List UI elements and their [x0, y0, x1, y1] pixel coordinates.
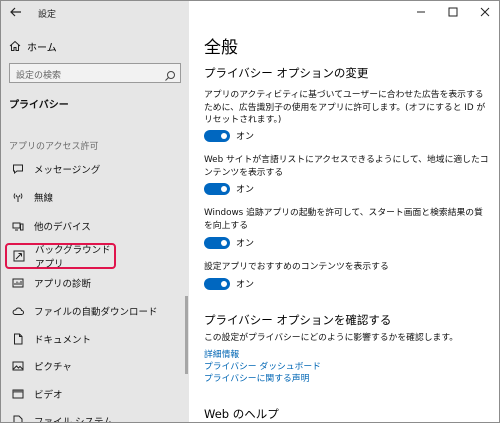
home-link[interactable]: ホーム — [9, 38, 57, 54]
cloud-icon — [12, 305, 24, 317]
sidebar-item-label: ドキュメント — [34, 335, 92, 346]
background-apps-icon — [13, 250, 25, 262]
sidebar-item-auto-file-download[interactable]: ファイルの自動ダウンロード — [1, 298, 189, 324]
sidebar-item-documents[interactable]: ドキュメント — [1, 326, 189, 352]
diagnostics-icon — [12, 277, 24, 289]
main-content: 全般 プライバシー オプションの変更 アプリのアクティビティに基づいてユーザーに… — [189, 1, 499, 422]
search-placeholder: 設定の検索 — [16, 71, 62, 81]
sidebar-item-radio[interactable]: 無線 — [1, 184, 189, 210]
sidebar-item-other-devices[interactable]: 他のデバイス — [1, 213, 189, 239]
toggle-advertising-id[interactable] — [204, 129, 230, 142]
app-title: 設定 — [38, 10, 57, 20]
sidebar-item-file-system[interactable]: ファイル システム — [1, 408, 189, 423]
minimize-icon — [417, 11, 425, 13]
sidebar-item-app-diagnostics[interactable]: アプリの診断 — [1, 270, 189, 296]
back-arrow-icon[interactable] — [9, 5, 23, 19]
sidebar-item-messaging[interactable]: メッセージング — [1, 156, 189, 182]
sidebar-item-label: メッセージング — [34, 165, 101, 176]
window-controls — [405, 1, 499, 23]
sidebar-item-videos[interactable]: ビデオ — [1, 381, 189, 407]
sidebar-item-label: ビデオ — [34, 390, 63, 401]
sidebar-item-label: バックグラウンド アプリ — [35, 245, 111, 270]
toggle-row-language-list: オン — [204, 182, 254, 195]
section-heading-privacy-options: プライバシー オプションの変更 — [204, 66, 369, 80]
setting-description-app-launch-tracking: Windows 追跡アプリの起動を許可して、スタート画面と検索結果の質を向上する — [204, 208, 483, 231]
toggle-row-app-launch-tracking: オン — [204, 236, 254, 249]
minimize-button[interactable] — [405, 1, 437, 23]
sidebar-item-label: アプリの診断 — [34, 279, 92, 290]
home-icon — [9, 40, 21, 52]
picture-icon — [12, 360, 24, 372]
toggle-state-label: オン — [236, 132, 255, 142]
sidebar-item-label: 無線 — [34, 193, 54, 204]
radio-icon — [12, 191, 24, 203]
setting-description-suggested-content: 設定アプリでおすすめのコンテンツを表示する — [204, 262, 389, 272]
sidebar-section-title: プライバシー — [9, 100, 69, 111]
toggle-language-list[interactable] — [204, 182, 230, 195]
toggle-state-label: オン — [236, 239, 255, 249]
section-heading-review-privacy: プライバシー オプションを確認する — [204, 313, 392, 327]
settings-search-box[interactable]: 設定の検索 — [9, 63, 181, 83]
section-heading-web-help: Web のヘルプ — [204, 407, 279, 421]
toggle-app-launch-tracking[interactable] — [204, 236, 230, 249]
toggle-state-label: オン — [236, 185, 255, 195]
devices-icon — [12, 220, 24, 232]
setting-description-language-list: Web サイトが言語リストにアクセスできるようにして、地域に適したコンテンツを表… — [204, 155, 489, 178]
sidebar-item-pictures[interactable]: ピクチャ — [1, 353, 189, 379]
title-bar-left: 設定 — [1, 1, 189, 25]
link-privacy-statement[interactable]: プライバシーに関する声明 — [204, 371, 309, 384]
video-icon — [12, 388, 24, 400]
sidebar-item-background-apps[interactable]: バックグラウンド アプリ — [5, 243, 116, 270]
toggle-row-suggested-content: オン — [204, 277, 254, 290]
section-description-review-privacy: この設定がプライバシーにどのように影響するかを確認します。 — [204, 333, 459, 343]
toggle-suggested-content[interactable] — [204, 277, 230, 290]
page-title: 全般 — [204, 38, 238, 58]
sidebar-scrollbar[interactable] — [185, 296, 188, 374]
message-icon — [12, 163, 24, 175]
toggle-state-label: オン — [236, 280, 255, 290]
toggle-row-advertising-id: オン — [204, 129, 254, 142]
maximize-icon — [448, 7, 458, 17]
home-label: ホーム — [27, 42, 57, 54]
maximize-button[interactable] — [437, 1, 469, 23]
sidebar: 設定 ホーム 設定の検索 プライバシー アプリのアクセス許可 メッセージング 無… — [1, 1, 189, 423]
settings-window: 設定 ホーム 設定の検索 プライバシー アプリのアクセス許可 メッセージング 無… — [0, 0, 500, 423]
document-icon — [12, 333, 24, 345]
filesystem-icon — [12, 415, 24, 422]
setting-description-advertising-id: アプリのアクティビティに基づいてユーザーに合わせた広告を表示するために、広告識別… — [204, 90, 486, 125]
sidebar-item-label: 他のデバイス — [34, 222, 91, 233]
sidebar-item-label: ピクチャ — [34, 362, 72, 373]
search-icon[interactable] — [164, 67, 176, 81]
sidebar-item-label: ファイル システム — [34, 417, 113, 423]
sidebar-group-label: アプリのアクセス許可 — [9, 142, 99, 152]
sidebar-item-label: ファイルの自動ダウンロード — [34, 307, 158, 318]
close-button[interactable] — [469, 1, 499, 23]
close-icon — [480, 7, 490, 17]
